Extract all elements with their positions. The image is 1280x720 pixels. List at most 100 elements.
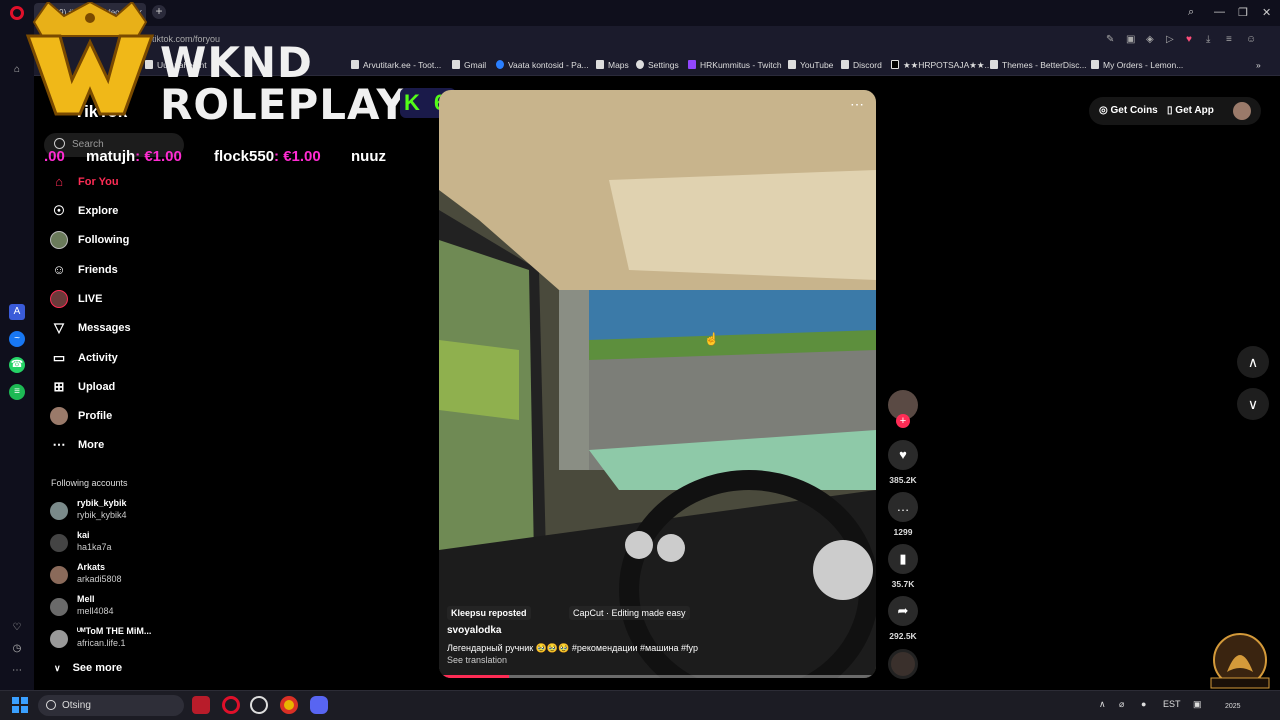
edit-icon[interactable]: ✎ <box>1106 34 1114 45</box>
get-coins-button[interactable]: ◎ Get Coins <box>1099 105 1158 116</box>
mic-icon[interactable]: ● <box>1141 699 1146 709</box>
avatar <box>50 534 68 552</box>
more-icon: ⋯ <box>52 437 66 452</box>
next-video-button[interactable]: ∨ <box>1237 388 1269 420</box>
bookmark-icon: ▮ <box>899 551 907 566</box>
menu-icon[interactable]: ≡ <box>1226 34 1232 45</box>
nav-explore[interactable]: ☉ Explore <box>50 201 190 225</box>
activity-icon: ▭ <box>52 350 66 365</box>
shield-icon[interactable]: ◈ <box>1146 34 1154 45</box>
tray-chevron-icon[interactable]: ∧ <box>1099 699 1106 710</box>
friends-icon: ☺ <box>52 262 66 277</box>
minimize-icon[interactable]: — <box>1214 6 1225 18</box>
ticker-item: .00 <box>44 148 65 165</box>
folder-icon <box>351 60 359 69</box>
heart-icon[interactable]: ♥ <box>1186 34 1192 45</box>
search-icon <box>46 700 56 710</box>
opera-sidebar: ⌂ A ~ ☎ ≡ ♡ ◷ ⋯ <box>0 26 34 690</box>
paypal-icon <box>496 60 504 69</box>
see-translation-link[interactable]: See translation <box>447 655 507 665</box>
following-account[interactable]: kai ha1ka7a <box>50 530 190 558</box>
messenger-icon[interactable]: ~ <box>9 331 25 347</box>
following-account[interactable]: ᵁᴹToM THE MiM... african.life.1 <box>50 626 190 654</box>
discord-icon[interactable] <box>310 696 328 714</box>
wifi-icon[interactable]: ▣ <box>1193 699 1202 710</box>
music-disc[interactable] <box>888 649 918 679</box>
bookmark-item[interactable]: Vaata kontosid - Pa... <box>496 60 589 70</box>
restore-icon[interactable]: ❐ <box>1238 6 1248 19</box>
avatar <box>50 502 68 520</box>
capcut-label[interactable]: CapCut · Editing made easy <box>569 606 690 620</box>
whatsapp-icon[interactable]: ☎ <box>9 357 25 373</box>
bookmark-item[interactable]: YouTube <box>788 60 833 70</box>
obs-icon[interactable] <box>250 696 268 714</box>
folder-icon <box>841 60 849 69</box>
get-app-button[interactable]: ▯ Get App <box>1167 105 1214 116</box>
following-accounts-title: Following accounts <box>51 478 128 488</box>
previous-video-button[interactable]: ∧ <box>1237 346 1269 378</box>
bookmarks-overflow-icon[interactable]: » <box>1256 60 1261 70</box>
voicemeeter-icon[interactable] <box>192 696 210 714</box>
camera-icon[interactable]: ▣ <box>1126 34 1135 45</box>
profile-avatar-icon <box>50 407 68 425</box>
following-account[interactable]: rybik_kybik rybik_kybik4 <box>50 498 190 526</box>
video-author[interactable]: svoyalodka <box>447 625 501 636</box>
ticker-item: nuuz <box>351 148 386 165</box>
video-progress-bar[interactable] <box>439 675 876 678</box>
ticker-item: flock550: €1.00 <box>214 148 321 165</box>
following-avatar-icon <box>50 231 68 249</box>
chrome-icon[interactable] <box>280 696 298 714</box>
history-icon[interactable]: ◷ <box>9 641 25 657</box>
share-button[interactable]: ➦ <box>888 596 918 626</box>
nav-upload[interactable]: ⊞ Upload <box>50 377 190 401</box>
language-indicator[interactable]: EST <box>1163 699 1181 709</box>
see-more-button[interactable]: ∨ See more <box>54 662 122 674</box>
bookmark-item[interactable]: Themes - BetterDisc... <box>990 60 1087 70</box>
save-button[interactable]: ▮ <box>888 544 918 574</box>
nav-friends[interactable]: ☺ Friends <box>50 260 190 284</box>
nav-live[interactable]: LIVE <box>50 289 190 313</box>
nav-profile[interactable]: Profile <box>50 406 190 430</box>
phone-icon: ▯ <box>1167 105 1173 116</box>
bookmark-item[interactable]: Discord <box>841 60 882 70</box>
following-account[interactable]: Mell mell4084 <box>50 594 190 622</box>
video-more-icon[interactable]: ⋯ <box>850 96 864 113</box>
video-player[interactable]: ⋯ Kleepsu reposted CapCut · Editing made… <box>439 90 876 678</box>
play-icon[interactable]: ▷ <box>1166 34 1174 45</box>
nav-following[interactable]: Following <box>50 230 190 254</box>
search-tabs-icon[interactable]: ⌕ <box>1188 6 1194 19</box>
bookmark-item[interactable]: Settings <box>636 60 679 70</box>
nav-more[interactable]: ⋯ More <box>50 435 190 459</box>
spotify-icon[interactable]: ≡ <box>9 384 25 400</box>
aria-icon[interactable]: A <box>9 304 25 320</box>
like-button[interactable]: ♥ <box>888 440 918 470</box>
nav-messages[interactable]: ▽ Messages <box>50 318 190 342</box>
taskbar-search-input[interactable]: Otsing <box>38 695 184 716</box>
tiktok-icon <box>891 60 899 69</box>
follow-plus-button[interactable]: + <box>896 414 910 428</box>
network-off-icon[interactable]: ⌀ <box>1119 699 1124 710</box>
compass-icon: ☉ <box>53 203 65 218</box>
bookmark-item[interactable]: Maps <box>596 60 629 70</box>
repost-label: Kleepsu reposted <box>447 606 531 620</box>
video-actions: + ♥ 385.2K … 1299 ▮ 35.7K ➦ 292.5K <box>884 390 922 680</box>
nav-activity[interactable]: ▭ Activity <box>50 348 190 372</box>
windows-start-icon[interactable] <box>12 697 28 713</box>
like-count: 385.2K <box>889 475 917 485</box>
bookmark-item[interactable]: HRKummitus - Twitch <box>688 60 782 70</box>
account-icon[interactable]: ☺ <box>1246 34 1256 45</box>
download-icon[interactable]: ⤓ <box>1206 34 1210 45</box>
nav-for-you[interactable]: ⌂ For You <box>50 172 190 196</box>
user-avatar[interactable] <box>1233 102 1251 120</box>
close-icon[interactable]: ✕ <box>1262 6 1271 19</box>
more-icon[interactable]: ⋯ <box>9 663 25 679</box>
bookmark-item[interactable]: My Orders - Lemon... <box>1091 60 1183 70</box>
bookmark-item[interactable]: ★★HRPOTSAJA★★... <box>891 60 992 71</box>
browser-tab-bar: (49) #tiktok... video x + ⌕ — ❐ ✕ <box>0 0 1280 26</box>
bookmark-item[interactable]: Arvutitark.ee - Toot... <box>351 60 441 70</box>
heart-icon[interactable]: ♡ <box>9 620 25 636</box>
bookmark-item[interactable]: Gmail <box>452 60 486 70</box>
comment-button[interactable]: … <box>888 492 918 522</box>
following-account[interactable]: Arkats arkadi5808 <box>50 562 190 590</box>
opera-gx-icon[interactable] <box>222 696 240 714</box>
